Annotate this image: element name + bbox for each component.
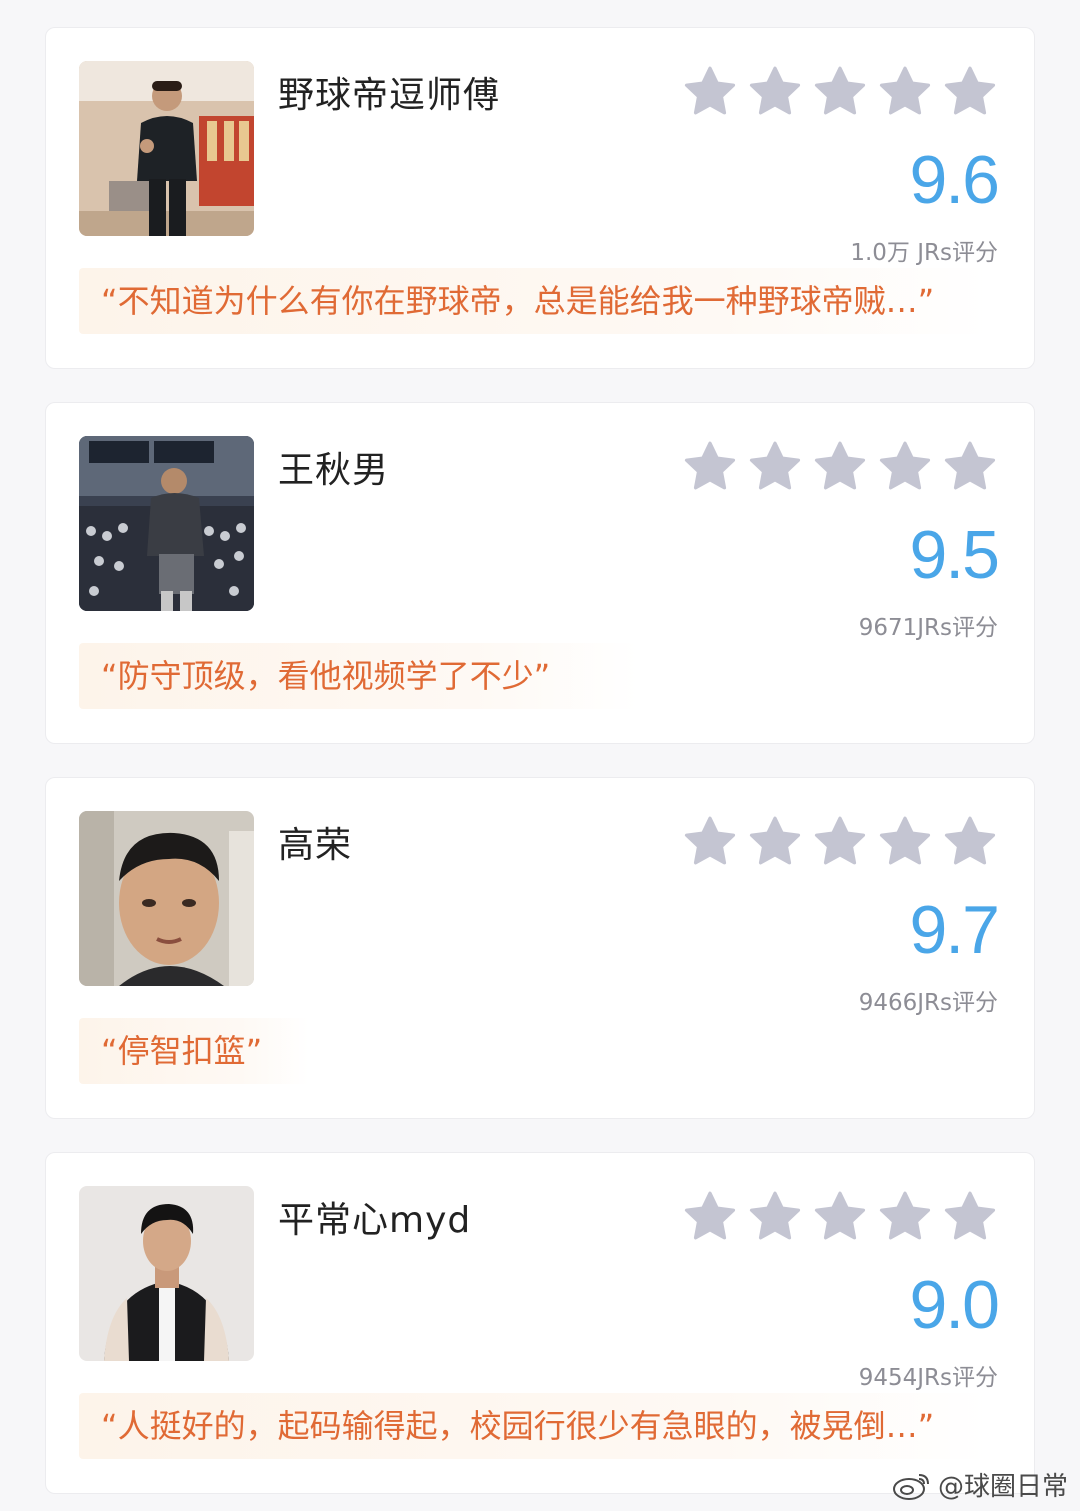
star-icon (747, 814, 803, 870)
star-icon (747, 439, 803, 495)
player-name: 野球帝逗师傅 (278, 75, 501, 116)
avatar[interactable] (79, 1186, 254, 1361)
avatar[interactable] (79, 436, 254, 611)
player-name: 平常心myd (278, 1200, 472, 1241)
player-name: 王秋男 (278, 450, 390, 491)
player-name: 高荣 (278, 825, 353, 866)
star-icon (812, 814, 868, 870)
weibo-icon (892, 1473, 929, 1500)
star-icon (812, 439, 868, 495)
star-icon (942, 439, 998, 495)
star-icon (682, 1189, 738, 1245)
avatar[interactable] (79, 61, 254, 236)
star-rating[interactable] (682, 1189, 998, 1245)
rating-count: 1.0万 JRs评分 (850, 240, 998, 266)
face-portrait-photo (79, 811, 254, 986)
person-in-jacket-photo (79, 1186, 254, 1361)
player-on-court-photo (79, 436, 254, 611)
star-rating[interactable] (682, 439, 998, 495)
star-rating[interactable] (682, 64, 998, 120)
star-icon (877, 1189, 933, 1245)
watermark-text: @球圈日常 (937, 1472, 1068, 1502)
star-icon (942, 1189, 998, 1245)
rating-count: 9671JRs评分 (858, 615, 998, 641)
score: 9.0 (909, 1267, 1000, 1343)
star-icon (812, 1189, 868, 1245)
star-icon (812, 64, 868, 120)
avatar[interactable] (79, 811, 254, 986)
star-icon (747, 64, 803, 120)
star-rating[interactable] (682, 814, 998, 870)
star-icon (682, 814, 738, 870)
rating-count: 9466JRs评分 (858, 990, 998, 1016)
star-icon (942, 814, 998, 870)
watermark: @球圈日常 (892, 1466, 1068, 1503)
score: 9.5 (909, 517, 1000, 593)
score: 9.6 (909, 142, 1000, 218)
score: 9.7 (909, 892, 1000, 968)
top-comment[interactable]: “不知道为什么有你在野球帝，总是能给我一种野球帝贼…” (79, 268, 989, 334)
player-card[interactable]: 高荣 9.7 9466JRs评分 “停智扣篮” (45, 777, 1035, 1119)
star-icon (877, 439, 933, 495)
person-in-gym-photo (79, 61, 254, 236)
top-comment[interactable]: “防守顶级，看他视频学了不少” (79, 643, 639, 709)
rating-count: 9454JRs评分 (858, 1365, 998, 1391)
star-icon (682, 439, 738, 495)
star-icon (877, 814, 933, 870)
player-card[interactable]: 野球帝逗师傅 9.6 1.0万 JRs评分 “不知道为什么有你在野球帝，总是能给… (45, 27, 1035, 369)
star-icon (682, 64, 738, 120)
player-card[interactable]: 平常心myd 9.0 9454JRs评分 “人挺好的，起码输得起，校园行很少有急… (45, 1152, 1035, 1494)
top-comment[interactable]: “停智扣篮” (79, 1018, 309, 1084)
star-icon (747, 1189, 803, 1245)
player-card[interactable]: 王秋男 9.5 9671JRs评分 “防守顶级，看他视频学了不少” (45, 402, 1035, 744)
star-icon (877, 64, 933, 120)
rating-list-page: 野球帝逗师傅 9.6 1.0万 JRs评分 “不知道为什么有你在野球帝，总是能给… (0, 0, 1080, 1511)
star-icon (942, 64, 998, 120)
top-comment[interactable]: “人挺好的，起码输得起，校园行很少有急眼的，被晃倒…” (79, 1393, 989, 1459)
